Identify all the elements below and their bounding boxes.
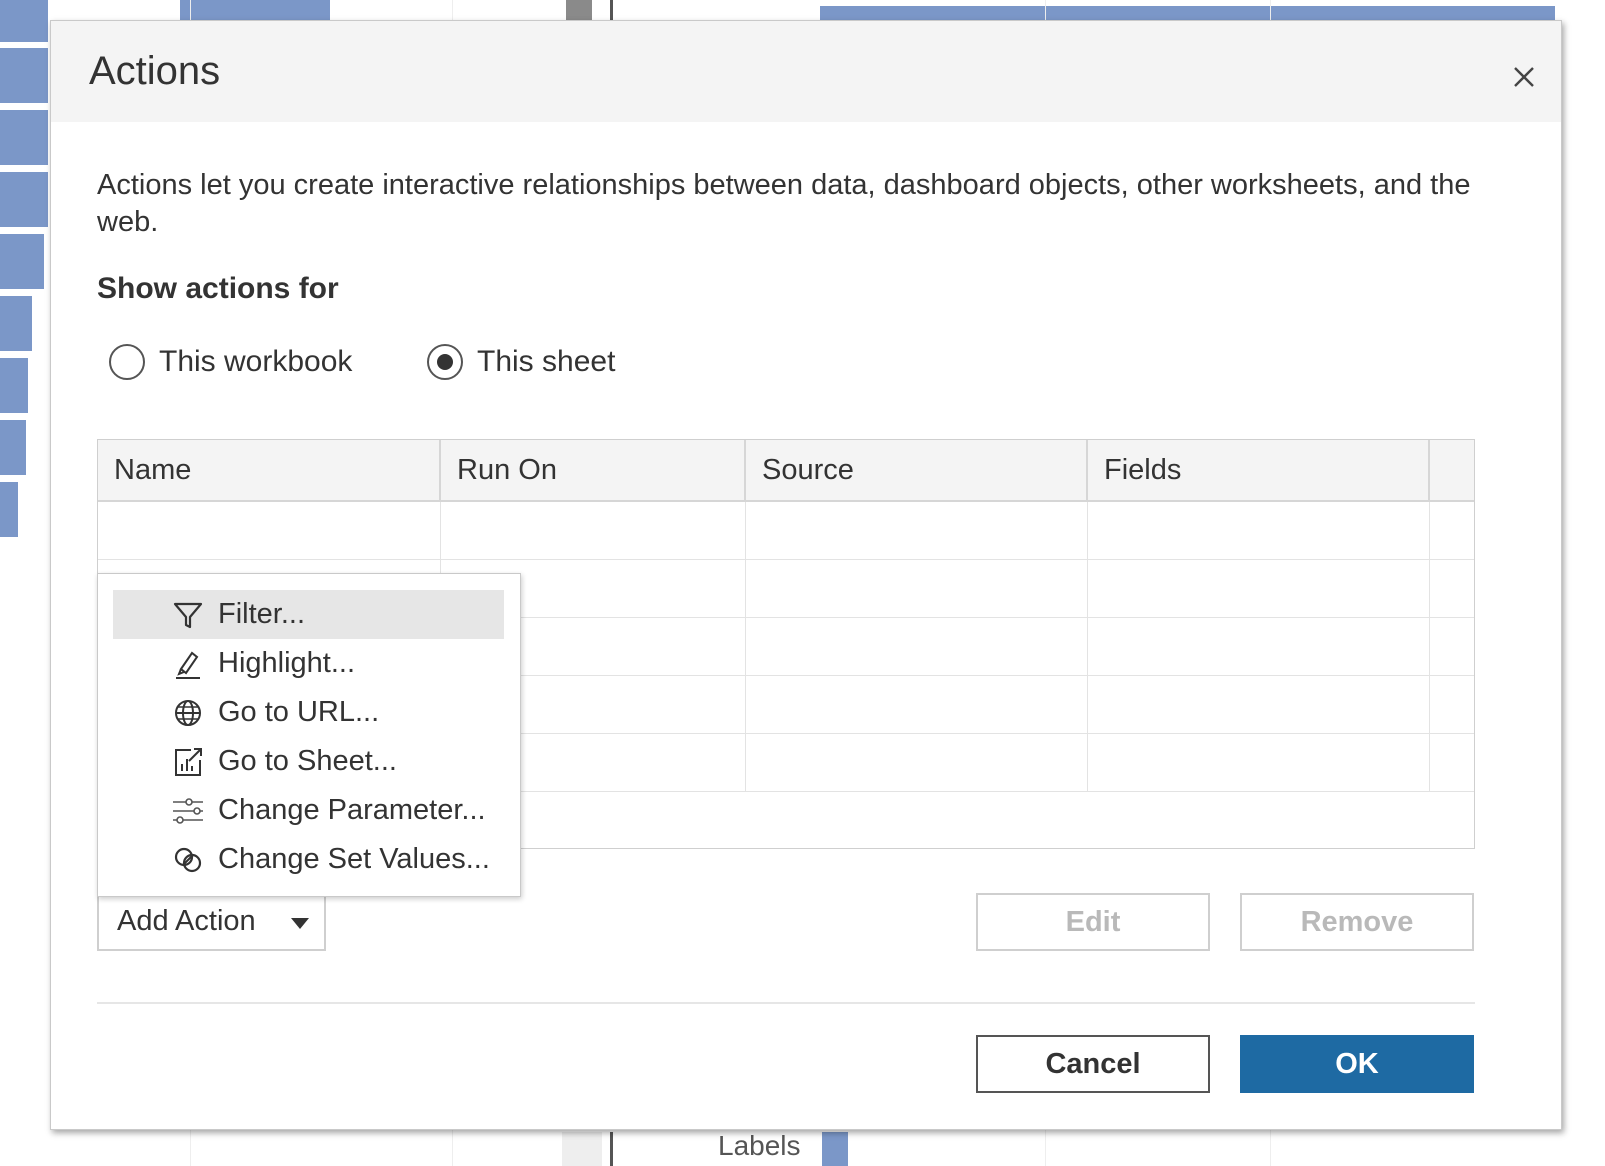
menu-item-highlight[interactable]: Highlight...: [113, 639, 504, 688]
column-header-name[interactable]: Name: [98, 440, 441, 500]
radio-this-sheet[interactable]: This sheet: [427, 341, 615, 383]
sliders-icon: [171, 794, 205, 828]
menu-item-label: Change Set Values...: [218, 843, 490, 875]
filter-icon: [171, 598, 205, 632]
show-actions-label: Show actions for: [97, 272, 339, 305]
bg-bar: [0, 172, 48, 227]
actions-dialog: Actions Actions let you create interacti…: [50, 20, 1562, 1130]
table-cell: [1088, 618, 1430, 675]
chevron-down-icon: [291, 918, 309, 929]
bg-bar: [0, 48, 48, 103]
table-cell: [746, 734, 1088, 791]
close-button[interactable]: [1506, 59, 1542, 95]
table-header: Name Run On Source Fields: [98, 440, 1474, 502]
dialog-description: Actions let you create interactive relat…: [97, 169, 1471, 238]
table-cell: [98, 502, 441, 559]
menu-item-label: Change Parameter...: [218, 794, 486, 826]
bg-axis: [610, 1132, 613, 1166]
bg-bar: [820, 6, 1555, 20]
column-header-run-on[interactable]: Run On: [441, 440, 746, 500]
table-cell: [1088, 502, 1430, 559]
table-cell: [1088, 560, 1430, 617]
radio-label: This sheet: [477, 345, 616, 378]
bg-bar: [0, 358, 28, 413]
bg-bar: [0, 0, 48, 42]
column-header-source[interactable]: Source: [746, 440, 1088, 500]
bg-bar: [0, 234, 44, 289]
bg-bar: [180, 0, 330, 20]
radio-dot: [437, 354, 453, 370]
ok-button[interactable]: OK: [1240, 1035, 1474, 1093]
set-values-icon: [171, 843, 205, 877]
add-action-label: Add Action: [117, 905, 256, 937]
globe-icon: [171, 696, 205, 730]
axis-label: Labels: [718, 1130, 801, 1161]
bg-bar: [0, 296, 32, 351]
table-cell: [746, 560, 1088, 617]
table-row: [98, 502, 1474, 560]
menu-item-label: Highlight...: [218, 647, 356, 679]
menu-item-change-set-values[interactable]: Change Set Values...: [113, 835, 504, 884]
edit-button[interactable]: Edit: [976, 893, 1210, 951]
radio-label: This workbook: [159, 345, 353, 378]
radio-button-unselected[interactable]: [109, 344, 145, 380]
dialog-divider: [97, 1002, 1475, 1004]
menu-item-go-to-sheet[interactable]: Go to Sheet...: [113, 737, 504, 786]
bg-bar: [0, 420, 26, 475]
bg-bar: [822, 1132, 848, 1166]
menu-item-label: Go to Sheet...: [218, 745, 397, 777]
column-header-fields[interactable]: Fields: [1088, 440, 1430, 500]
dialog-header: Actions: [51, 21, 1561, 122]
menu-item-change-parameter[interactable]: Change Parameter...: [113, 786, 504, 835]
menu-item-filter[interactable]: Filter...: [113, 590, 504, 639]
radio-this-workbook[interactable]: This workbook: [109, 341, 352, 383]
cancel-button[interactable]: Cancel: [976, 1035, 1210, 1093]
bg-axis: [562, 1132, 602, 1166]
add-action-button[interactable]: Add Action: [97, 893, 326, 951]
dialog-title: Actions: [89, 49, 221, 93]
menu-item-label: Go to URL...: [218, 696, 380, 728]
menu-item-go-to-url[interactable]: Go to URL...: [113, 688, 504, 737]
close-icon: [1514, 67, 1534, 87]
remove-button[interactable]: Remove: [1240, 893, 1474, 951]
table-cell: [1088, 676, 1430, 733]
table-cell: [1088, 734, 1430, 791]
bg-bar: [0, 110, 48, 165]
bg-axis: [610, 0, 613, 20]
add-action-menu: Filter... Highlight... Go to URL... Go t…: [97, 573, 521, 897]
menu-item-label: Filter...: [218, 598, 306, 630]
table-cell: [441, 502, 746, 559]
table-cell: [746, 502, 1088, 559]
bg-axis: [566, 0, 592, 20]
table-cell: [746, 676, 1088, 733]
table-cell: [746, 618, 1088, 675]
radio-button-selected[interactable]: [427, 344, 463, 380]
bg-bar: [0, 482, 18, 537]
highlighter-icon: [171, 647, 205, 681]
go-to-sheet-icon: [171, 745, 205, 779]
